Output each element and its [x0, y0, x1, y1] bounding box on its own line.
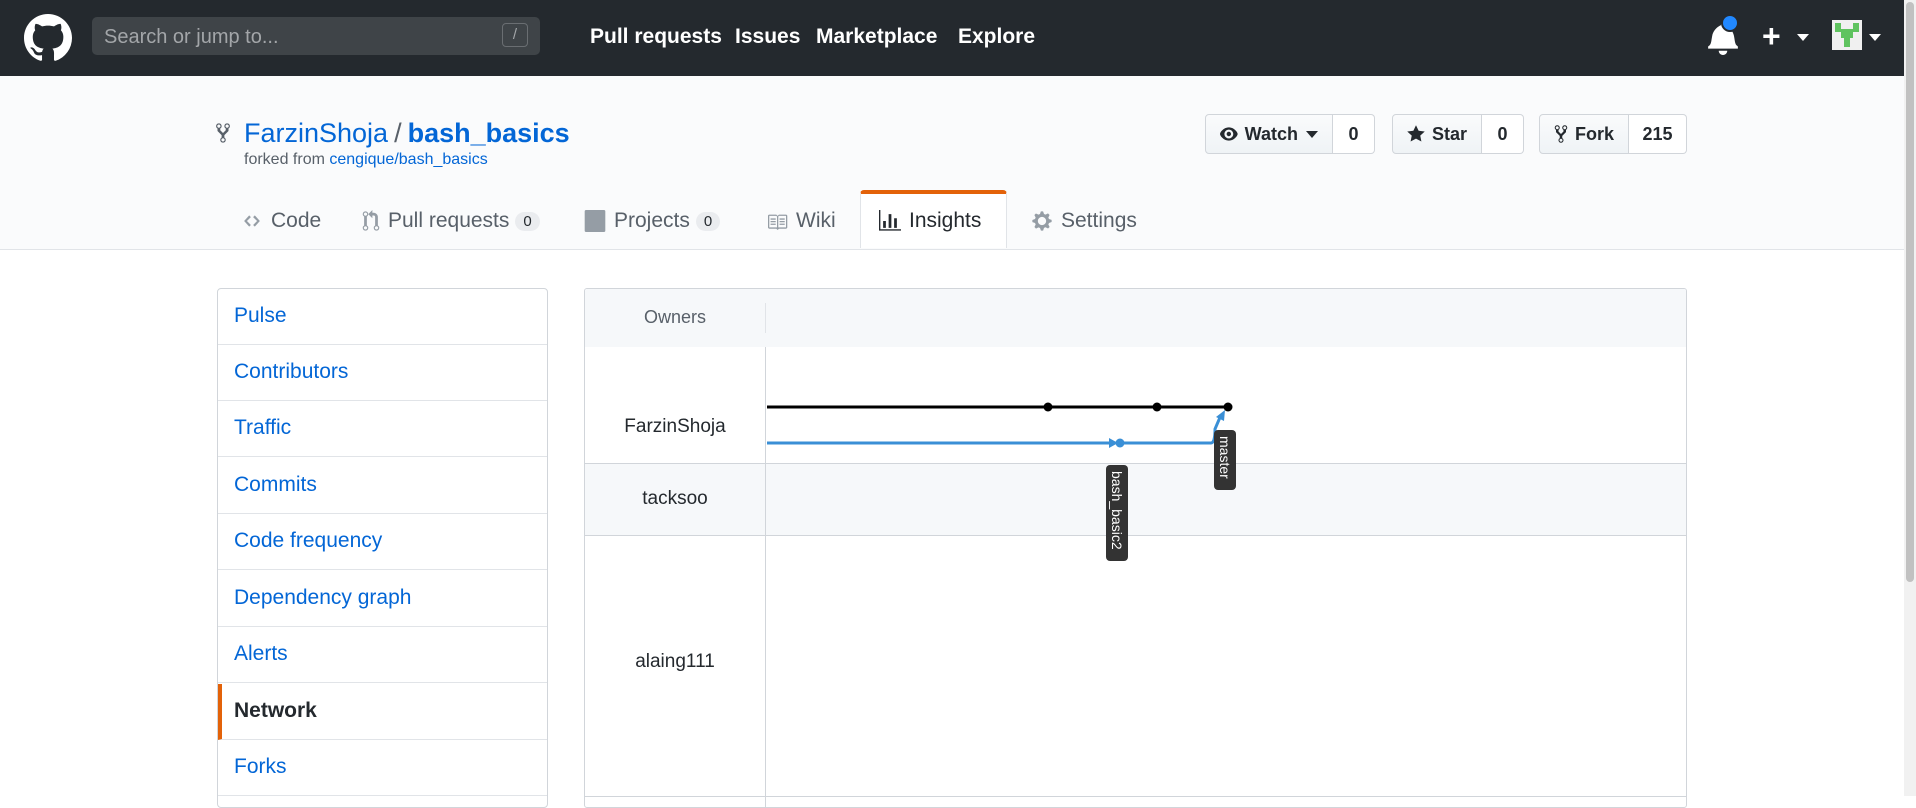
- repo-title: FarzinShoja / bash_basics: [244, 118, 570, 149]
- menu-item-traffic[interactable]: Traffic: [218, 401, 547, 457]
- menu-item-network[interactable]: Network: [218, 684, 547, 740]
- repo-name-link[interactable]: bash_basics: [408, 118, 570, 148]
- master-commit-dot: [1043, 402, 1053, 412]
- tab-projects-label: Projects: [614, 209, 690, 232]
- insights-sidebar-menu: Pulse Contributors Traffic Commits Code …: [217, 288, 548, 808]
- fork-count[interactable]: 215: [1629, 114, 1687, 154]
- pull-requests-counter: 0: [515, 211, 540, 231]
- fork-label: Fork: [1574, 123, 1614, 144]
- tab-code-label: Code: [271, 209, 322, 232]
- repo-forked-icon: [216, 123, 230, 143]
- watch-group: Watch 0: [1205, 114, 1375, 154]
- nav-explore[interactable]: Explore: [958, 25, 1035, 49]
- tab-insights[interactable]: Insights: [860, 190, 1007, 248]
- fork-button[interactable]: Fork: [1539, 114, 1629, 154]
- create-new-plus-icon[interactable]: +: [1762, 18, 1781, 54]
- nav-issues[interactable]: Issues: [735, 25, 800, 49]
- pull-request-icon: [362, 210, 380, 231]
- repo-title-separator: /: [394, 118, 402, 148]
- search-placeholder: Search or jump to...: [104, 26, 279, 48]
- global-header: Search or jump to... / Pull requests Iss…: [0, 0, 1904, 76]
- eye-icon: [1220, 127, 1238, 141]
- star-group: Star 0: [1392, 114, 1524, 154]
- network-graph[interactable]: Owners FarzinShoja tacksoo alaing111 mas…: [584, 288, 1687, 808]
- menu-item-code-frequency[interactable]: Code frequency: [218, 514, 547, 570]
- forked-from-prefix: forked from: [244, 151, 325, 168]
- forked-from-link[interactable]: cengique/bash_basics: [329, 151, 487, 168]
- menu-item-commits[interactable]: Commits: [218, 458, 547, 514]
- user-menu-caret-icon[interactable]: [1869, 34, 1881, 41]
- nav-pull-requests[interactable]: Pull requests: [590, 25, 722, 49]
- gear-icon: [1032, 211, 1052, 231]
- tab-settings-label: Settings: [1061, 209, 1137, 232]
- repo-owner-link[interactable]: FarzinShoja: [244, 118, 388, 148]
- tab-settings[interactable]: Settings: [1013, 192, 1155, 250]
- search-input[interactable]: Search or jump to... /: [92, 17, 540, 55]
- tab-projects[interactable]: Projects 0: [566, 192, 738, 250]
- tab-pull-requests-label: Pull requests: [388, 209, 510, 232]
- branch-label-master[interactable]: master: [1214, 430, 1236, 490]
- code-icon: [244, 215, 260, 227]
- master-commit-dot: [1152, 402, 1162, 412]
- tab-wiki[interactable]: Wiki: [748, 192, 854, 250]
- tab-code[interactable]: Code: [223, 192, 339, 250]
- watch-caret-icon: [1306, 130, 1318, 138]
- menu-item-alerts[interactable]: Alerts: [218, 627, 547, 683]
- projects-counter: 0: [695, 211, 721, 231]
- search-shortcut-badge: /: [502, 23, 528, 47]
- create-new-caret-icon[interactable]: [1797, 34, 1809, 41]
- network-graph-canvas: [767, 402, 1233, 448]
- menu-item-contributors[interactable]: Contributors: [218, 345, 547, 401]
- nav-marketplace[interactable]: Marketplace: [816, 25, 937, 49]
- star-count[interactable]: 0: [1482, 114, 1524, 154]
- star-label: Star: [1431, 123, 1467, 144]
- project-icon: [584, 210, 606, 232]
- notification-indicator: [1721, 14, 1739, 32]
- menu-item-dependency-graph[interactable]: Dependency graph: [218, 571, 547, 627]
- github-logo-icon[interactable]: [24, 14, 72, 62]
- watch-button[interactable]: Watch: [1205, 114, 1333, 154]
- tab-insights-label: Insights: [909, 209, 982, 232]
- branch-label-bash-basic2[interactable]: bash_basic2: [1106, 465, 1128, 561]
- tab-pull-requests[interactable]: Pull requests 0: [344, 192, 558, 250]
- star-button[interactable]: Star: [1392, 114, 1482, 154]
- graph-icon: [879, 210, 901, 231]
- fork-group: Fork 215: [1539, 114, 1687, 154]
- fork-icon: [1554, 125, 1568, 143]
- tab-wiki-label: Wiki: [796, 209, 836, 232]
- book-icon: [768, 214, 788, 230]
- page-scrollbar-thumb[interactable]: [1906, 2, 1914, 582]
- menu-item-pulse[interactable]: Pulse: [218, 289, 547, 345]
- watch-label: Watch: [1244, 123, 1298, 144]
- menu-item-forks[interactable]: Forks: [218, 740, 547, 796]
- watch-count[interactable]: 0: [1333, 114, 1375, 154]
- user-avatar[interactable]: [1832, 20, 1862, 50]
- forked-from-line: forked from cengique/bash_basics: [244, 151, 488, 169]
- star-icon: [1407, 125, 1425, 142]
